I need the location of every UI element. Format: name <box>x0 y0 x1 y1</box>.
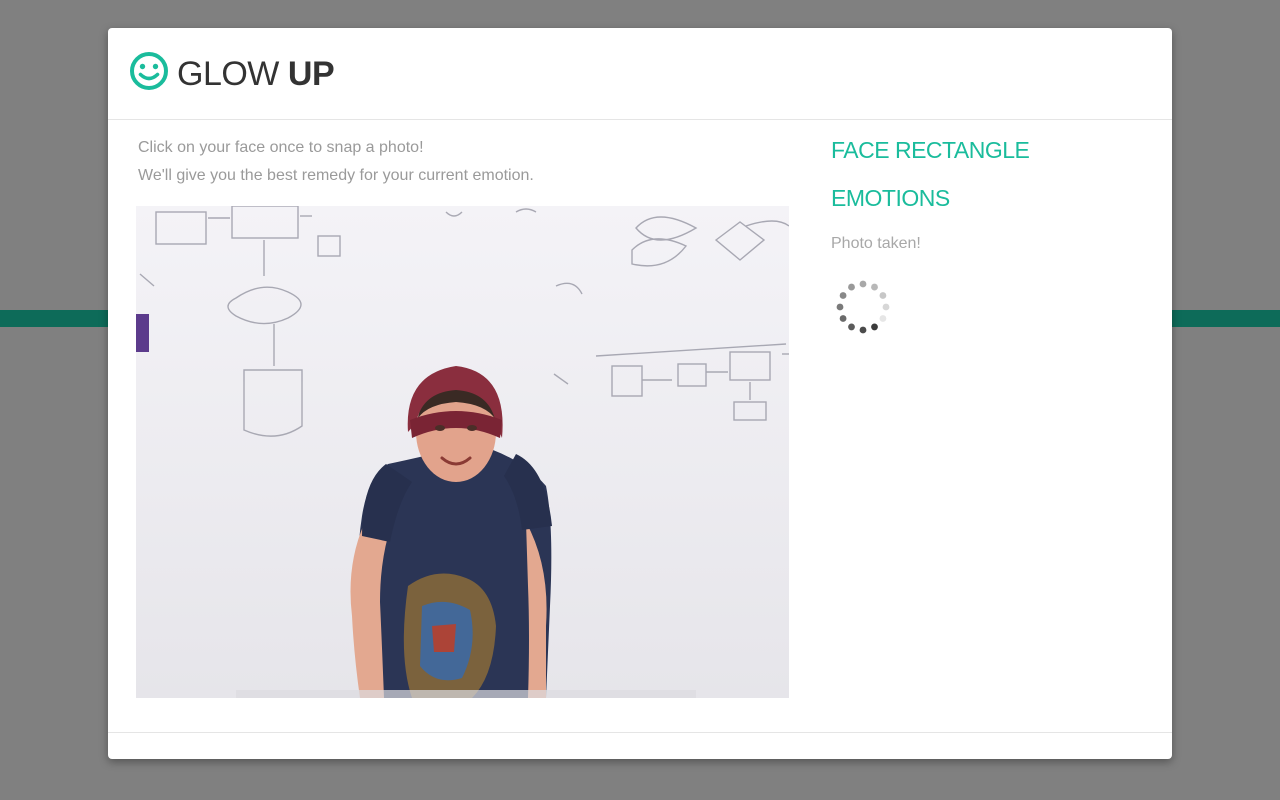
app-name-light: GLOW <box>177 55 279 93</box>
loading-spinner-icon <box>836 280 890 334</box>
spinner-dot <box>879 315 887 322</box>
app-logo-text: GLOW UP <box>177 54 335 94</box>
spinner-dot <box>871 323 878 331</box>
emotions-heading: EMOTIONS <box>831 185 950 211</box>
smiley-icon <box>130 52 168 90</box>
instruction-remedy: We'll give you the best remedy for your … <box>138 167 534 184</box>
face-rectangle-heading: FACE RECTANGLE <box>831 137 1030 163</box>
webcam-photo[interactable] <box>136 206 789 698</box>
app-name-bold: UP <box>287 55 335 93</box>
instruction-snap-photo: Click on your face once to snap a photo! <box>138 139 424 156</box>
spinner-dot <box>882 303 890 311</box>
glow-up-modal: GLOW UP Click on your face once to snap a… <box>108 28 1172 759</box>
status-text: Photo taken! <box>831 235 921 252</box>
spinner-dot <box>848 283 855 291</box>
spinner-dot <box>848 323 855 331</box>
webcam-photo-image <box>136 206 789 698</box>
spinner-dot <box>859 326 867 334</box>
spinner-dot <box>871 283 878 291</box>
spinner-dot <box>879 292 887 299</box>
spinner-dot <box>839 292 847 299</box>
spinner-dot <box>859 280 867 288</box>
spinner-dot <box>839 315 847 322</box>
spinner-dot <box>836 303 844 311</box>
modal-footer <box>108 732 1172 759</box>
modal-header: GLOW UP <box>108 28 1172 120</box>
